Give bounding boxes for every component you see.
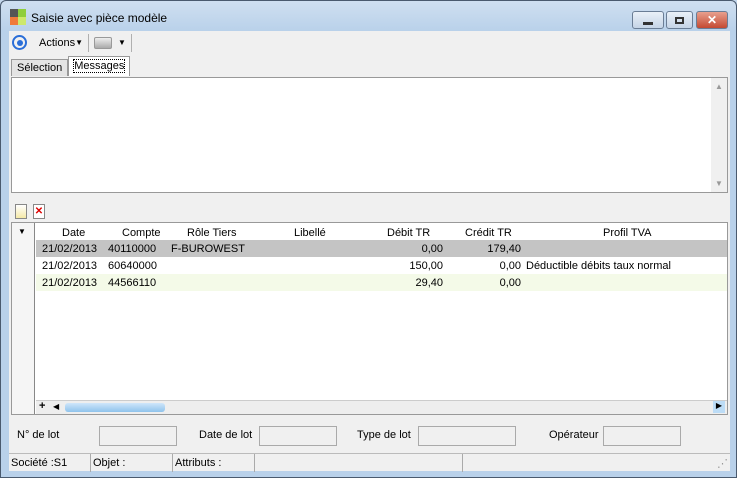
scroll-right-icon[interactable]: ▶: [713, 401, 725, 413]
table-row[interactable]: 21/02/2013 60640000 150,00 0,00 Déductib…: [36, 257, 727, 274]
status-attributs: Attributs :: [173, 454, 255, 472]
tab-bar: Sélection Messages: [11, 56, 131, 76]
scroll-left-icon[interactable]: ◀: [53, 402, 59, 411]
numero-lot-input[interactable]: [99, 426, 177, 446]
chevron-down-icon: ▼: [118, 38, 126, 47]
status-bar: Société :S1 Objet : Attributs : ⋰: [9, 453, 730, 472]
date-lot-label: Date de lot: [199, 429, 253, 441]
minimize-button[interactable]: [632, 11, 664, 29]
type-lot-label: Type de lot: [357, 429, 411, 441]
actions-menu-button[interactable]: Actions ▼: [39, 37, 83, 49]
column-header-compte[interactable]: Compte: [122, 227, 161, 239]
close-button[interactable]: ✕: [696, 11, 728, 29]
maximize-button[interactable]: [666, 11, 693, 29]
numero-lot-label: N° de lot: [17, 429, 60, 441]
table-row[interactable]: 21/02/2013 44566110 29,40 0,00: [36, 274, 727, 291]
close-icon: ✕: [706, 13, 718, 27]
horizontal-scrollbar[interactable]: + ◀ ▶: [36, 400, 727, 414]
column-header-date[interactable]: Date: [62, 227, 85, 239]
grid-toolbar: ✕: [15, 204, 45, 219]
client-area: Actions ▼ ▼ Sélection Messages ▲ ▼ ✕ ▼ Dat…: [9, 31, 730, 472]
lot-fields: N° de lot Date de lot Type de lot Opérat…: [9, 421, 730, 449]
window: Saisie avec pièce modèle ✕ Actions ▼ ▼ Sé…: [0, 0, 737, 478]
vertical-scrollbar[interactable]: ▲ ▼: [711, 78, 727, 192]
operateur-label: Opérateur: [549, 429, 599, 441]
table-row[interactable]: 21/02/2013 40110000 F-BUROWEST 0,00 179,…: [36, 240, 727, 257]
new-document-icon[interactable]: [15, 204, 27, 219]
printer-icon: [94, 36, 112, 49]
chevron-down-icon: ▼: [75, 38, 83, 47]
resize-grip-icon[interactable]: ⋰: [463, 454, 730, 472]
scrollbar-thumb[interactable]: [65, 403, 165, 412]
type-lot-input[interactable]: [418, 426, 516, 446]
tab-messages[interactable]: Messages: [68, 56, 131, 76]
delete-document-icon[interactable]: ✕: [33, 204, 45, 219]
column-header-debit[interactable]: Débit TR: [387, 227, 430, 239]
column-header-libelle[interactable]: Libellé: [294, 227, 326, 239]
grid-header: Date Compte Rôle Tiers Libellé Débit TR …: [36, 224, 727, 241]
entries-grid: ▼ Date Compte Rôle Tiers Libellé Débit T…: [11, 222, 728, 415]
column-header-role-tiers[interactable]: Rôle Tiers: [187, 227, 237, 239]
target-icon[interactable]: [12, 35, 27, 50]
row-gutter: ▼: [12, 223, 35, 414]
separator: [88, 33, 89, 52]
column-header-profil-tva[interactable]: Profil TVA: [603, 227, 652, 239]
caret-down-icon[interactable]: ▼: [18, 227, 26, 236]
status-societe: Société :S1: [9, 454, 91, 472]
date-lot-input[interactable]: [259, 426, 337, 446]
window-title: Saisie avec pièce modèle: [31, 11, 168, 25]
column-header-credit[interactable]: Crédit TR: [465, 227, 512, 239]
maximize-icon: [675, 16, 684, 24]
separator: [130, 33, 132, 52]
status-empty: [255, 454, 463, 472]
toolbar: Actions ▼ ▼: [9, 31, 730, 54]
minimize-icon: [643, 21, 653, 25]
status-objet: Objet :: [91, 454, 173, 472]
messages-panel: ▲ ▼: [11, 77, 728, 193]
app-icon: [10, 9, 27, 26]
tab-selection[interactable]: Sélection: [11, 59, 69, 76]
operateur-input[interactable]: [603, 426, 681, 446]
add-row-button[interactable]: +: [39, 400, 45, 412]
print-button[interactable]: ▼: [94, 36, 126, 49]
